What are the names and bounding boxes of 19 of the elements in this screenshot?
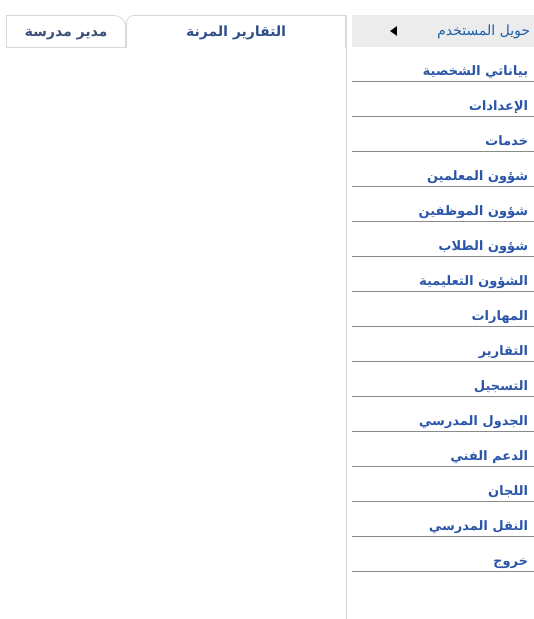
sidebar-header-label[interactable]: حويل المستخدم xyxy=(437,23,530,39)
sidebar-link[interactable]: الشؤون التعليمية xyxy=(419,274,528,291)
tab[interactable]: التقارير المرنة xyxy=(126,15,346,48)
sidebar-link[interactable]: شؤون المعلمين xyxy=(426,169,528,186)
sidebar-link[interactable]: التقارير xyxy=(478,344,528,361)
sidebar-link[interactable]: النقل المدرسي xyxy=(428,519,528,536)
sidebar-link[interactable]: المهارات xyxy=(471,309,528,326)
sidebar-link[interactable]: شؤون الموظفين xyxy=(418,204,528,221)
sidebar-link[interactable]: شؤون الطلاب xyxy=(438,239,528,256)
sidebar-link[interactable]: خدمات xyxy=(485,134,528,151)
sidebar-link[interactable]: خروج xyxy=(493,554,528,571)
sidebar-link[interactable]: الإعدادات xyxy=(468,99,528,116)
tab[interactable]: مدير مدرسة xyxy=(6,15,126,48)
sidebar-link[interactable]: التسجيل xyxy=(474,379,528,396)
caret-icon[interactable] xyxy=(390,26,398,36)
sidebar-link[interactable]: الدعم الفني xyxy=(450,449,528,466)
sidebar-link[interactable]: اللجان xyxy=(488,484,528,501)
sidebar-link[interactable]: بياناتي الشخصية xyxy=(422,64,528,81)
sidebar-link[interactable]: الجدول المدرسي xyxy=(418,414,528,431)
